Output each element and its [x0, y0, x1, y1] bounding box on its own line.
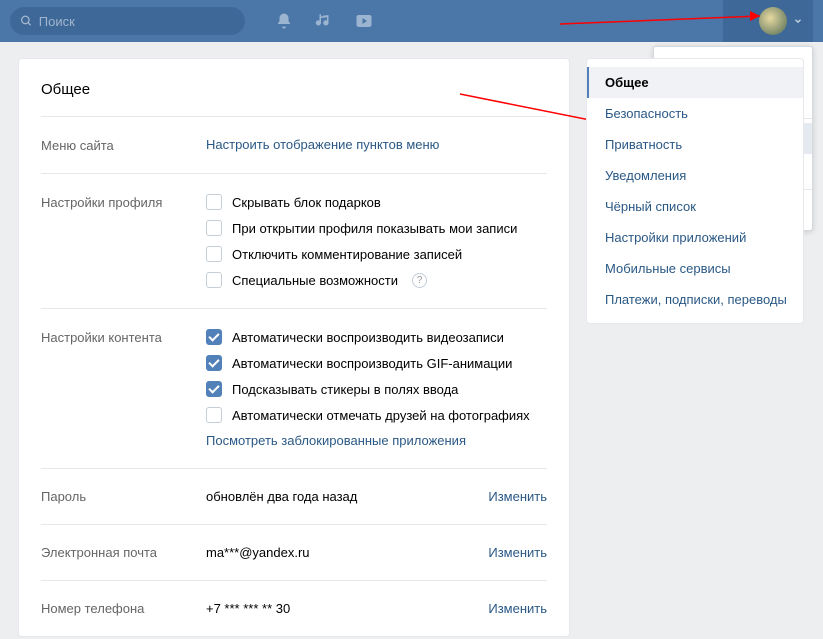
row-content-settings: Настройки контента Автоматически воспрои… [41, 309, 547, 468]
checkbox-autoplay-gif[interactable] [206, 355, 222, 371]
link-blocked-apps[interactable]: Посмотреть заблокированные приложения [206, 433, 466, 448]
search-icon [20, 14, 33, 28]
sidenav-blacklist[interactable]: Чёрный список [587, 191, 803, 222]
action-change-email[interactable]: Изменить [488, 545, 547, 560]
bell-icon[interactable] [275, 12, 293, 30]
row-email: Электронная почта ma***@yandex.ru Измени… [41, 525, 547, 580]
text-autoplay-video: Автоматически воспроизводить видеозаписи [232, 330, 504, 345]
sidenav-apps[interactable]: Настройки приложений [587, 222, 803, 253]
top-header [0, 0, 823, 42]
value-password: обновлён два года назад [206, 489, 488, 504]
sidenav-mobile[interactable]: Мобильные сервисы [587, 253, 803, 284]
checkbox-show-my-posts[interactable] [206, 220, 222, 236]
row-profile-settings: Настройки профиля Скрывать блок подарков… [41, 174, 547, 308]
label-email: Электронная почта [41, 545, 206, 560]
profile-menu-button[interactable] [723, 0, 813, 42]
label-profile-settings: Настройки профиля [41, 194, 206, 288]
sidenav-privacy[interactable]: Приватность [587, 129, 803, 160]
search-container[interactable] [10, 7, 245, 35]
label-phone: Номер телефона [41, 601, 206, 616]
sidenav-notifications[interactable]: Уведомления [587, 160, 803, 191]
checkbox-autotag-friends[interactable] [206, 407, 222, 423]
label-site-menu: Меню сайта [41, 137, 206, 153]
sidenav-general[interactable]: Общее [587, 67, 803, 98]
sidenav-security[interactable]: Безопасность [587, 98, 803, 129]
label-content-settings: Настройки контента [41, 329, 206, 448]
text-sticker-suggest: Подсказывать стикеры в полях ввода [232, 382, 458, 397]
checkbox-accessibility[interactable] [206, 272, 222, 288]
text-disable-comments: Отключить комментирование записей [232, 247, 462, 262]
text-show-my-posts: При открытии профиля показывать мои запи… [232, 221, 517, 236]
link-configure-menu[interactable]: Настроить отображение пунктов меню [206, 137, 439, 152]
text-autotag-friends: Автоматически отмечать друзей на фотогра… [232, 408, 530, 423]
value-phone: +7 *** *** ** 30 [206, 601, 488, 616]
chevron-down-icon [793, 16, 803, 26]
text-hide-gifts: Скрывать блок подарков [232, 195, 381, 210]
row-phone: Номер телефона +7 *** *** ** 30 Изменить [41, 581, 547, 636]
value-email: ma***@yandex.ru [206, 545, 488, 560]
row-site-menu: Меню сайта Настроить отображение пунктов… [41, 117, 547, 173]
text-accessibility: Специальные возможности [232, 273, 398, 288]
settings-panel: Общее Меню сайта Настроить отображение п… [18, 58, 570, 637]
page-title: Общее [41, 59, 547, 116]
action-change-password[interactable]: Изменить [488, 489, 547, 504]
action-change-phone[interactable]: Изменить [488, 601, 547, 616]
checkbox-autoplay-video[interactable] [206, 329, 222, 345]
avatar [759, 7, 787, 35]
search-input[interactable] [39, 14, 235, 29]
sidenav-payments[interactable]: Платежи, подписки, переводы [587, 284, 803, 315]
checkbox-sticker-suggest[interactable] [206, 381, 222, 397]
checkbox-disable-comments[interactable] [206, 246, 222, 262]
text-autoplay-gif: Автоматически воспроизводить GIF-анимаци… [232, 356, 512, 371]
music-icon[interactable] [315, 12, 333, 30]
checkbox-hide-gifts[interactable] [206, 194, 222, 210]
video-icon[interactable] [355, 12, 373, 30]
row-password: Пароль обновлён два года назад Изменить [41, 469, 547, 524]
settings-sidenav: Общее Безопасность Приватность Уведомлен… [586, 58, 804, 324]
label-password: Пароль [41, 489, 206, 504]
help-icon[interactable]: ? [412, 273, 427, 288]
header-icons [275, 12, 373, 30]
